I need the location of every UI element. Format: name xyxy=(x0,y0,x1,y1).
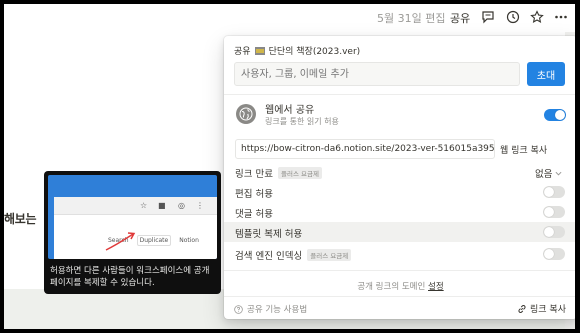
invite-button[interactable]: 초대 xyxy=(527,62,565,86)
invite-input[interactable] xyxy=(234,62,520,86)
help-icon xyxy=(234,304,243,314)
tooltip-text: 허용하면 다른 사람들이 워크스페이스에 공개 페이지를 복제할 수 있습니다. xyxy=(50,266,210,288)
link-expiry-label: 링크 만료 xyxy=(235,169,273,180)
globe-icon xyxy=(236,104,256,124)
preview-duplicate-label: Duplicate xyxy=(136,235,172,246)
star-icon: ☆ xyxy=(140,201,148,210)
web-share-title: 웹에서 공유 xyxy=(265,105,315,116)
link-expiry-row[interactable]: 링크 만료 플러스 요금제 없음 xyxy=(224,162,575,182)
plus-plan-badge: 플러스 요금제 xyxy=(307,249,352,261)
toggle-knob xyxy=(544,249,554,259)
tooltip-preview-image: ☆ ■ ◎ ⋮ Search Duplicate Notion xyxy=(48,175,217,259)
share-header-label: 공유 xyxy=(234,47,251,57)
extension-icon: ■ xyxy=(158,201,166,210)
template-duplicate-row[interactable]: 템플릿 복제 허용 xyxy=(224,222,575,242)
link-icon xyxy=(518,304,526,313)
edit-allow-label: 편집 허용 xyxy=(235,189,273,200)
history-icon[interactable] xyxy=(505,9,521,25)
search-index-row[interactable]: 검색 엔진 인덱싱 플러스 요금제 xyxy=(224,244,575,264)
template-duplicate-tooltip: ☆ ■ ◎ ⋮ Search Duplicate Notion 허용하면 다른 … xyxy=(44,171,221,294)
link-expiry-label-group: 링크 만료 플러스 요금제 xyxy=(235,166,322,180)
domain-text: 공개 링크의 도메인 xyxy=(357,282,426,292)
share-button[interactable]: 공유 xyxy=(450,10,470,26)
edit-allow-row[interactable]: 편집 허용 xyxy=(224,182,575,202)
plus-plan-badge: 플러스 요금제 xyxy=(277,167,322,179)
search-index-toggle[interactable] xyxy=(543,248,565,260)
more-options-icon[interactable] xyxy=(553,9,569,25)
template-duplicate-label: 템플릿 복제 허용 xyxy=(235,229,303,240)
web-share-subtitle: 링크를 통한 읽기 허용 xyxy=(265,117,339,126)
domain-settings-link[interactable]: 설정 xyxy=(428,282,444,292)
learn-sharing-label: 공유 기능 사용법 xyxy=(247,305,308,315)
link-expiry-value: 없음 xyxy=(535,169,553,180)
toggle-knob xyxy=(555,110,565,120)
divider xyxy=(224,94,575,95)
comment-allow-row[interactable]: 댓글 허용 xyxy=(224,202,575,222)
divider xyxy=(224,270,575,271)
comment-allow-toggle[interactable] xyxy=(543,206,565,218)
shield-icon: ◎ xyxy=(178,201,185,210)
chevron-down-icon xyxy=(555,171,562,176)
comment-allow-label: 댓글 허용 xyxy=(235,209,273,220)
toggle-knob xyxy=(544,207,554,217)
toggle-knob xyxy=(544,187,554,197)
edit-allow-toggle[interactable] xyxy=(543,186,565,198)
more-icon: ⋮ xyxy=(196,201,204,210)
domain-setting-line: 공개 링크의 도메인 설정 xyxy=(224,280,575,292)
learn-sharing-link[interactable]: 공유 기능 사용법 xyxy=(234,303,307,315)
page-title: 단단의 책장(2023.ver) xyxy=(268,47,361,57)
link-expiry-select[interactable]: 없음 xyxy=(535,166,562,180)
template-duplicate-toggle[interactable] xyxy=(543,226,565,238)
web-share-toggle[interactable] xyxy=(544,109,566,121)
search-index-label: 검색 엔진 인덱싱 xyxy=(235,251,303,262)
last-edited-label: 5월 31일 편집 xyxy=(377,12,446,25)
page-partial-text: 해보는 xyxy=(4,212,37,226)
preview-notion-label: Notion xyxy=(179,237,199,244)
app-window: 해보는 5월 31일 편집 공유 공유 단단의 책장(2023.ver) 초대 xyxy=(4,4,575,329)
page-emoji-icon xyxy=(254,46,265,55)
public-url-field[interactable]: https://bow-citron-da6.notion.site/2023-… xyxy=(235,139,495,159)
share-popover: 공유 단단의 책장(2023.ver) 초대 웹에서 공유 링크를 통한 읽기 … xyxy=(224,36,575,319)
copy-link-label: 링크 복사 xyxy=(530,305,566,315)
toggle-knob xyxy=(544,227,554,237)
red-arrow-icon xyxy=(105,232,136,251)
comment-icon[interactable] xyxy=(480,9,496,25)
topbar: 5월 31일 편집 공유 xyxy=(4,4,575,32)
copy-link-button[interactable]: 링크 복사 xyxy=(517,302,566,315)
share-footer: 공유 기능 사용법 링크 복사 xyxy=(224,296,575,319)
preview-toolbar: ☆ ■ ◎ ⋮ xyxy=(54,197,217,215)
copy-web-link-button[interactable]: 웹 링크 복사 xyxy=(500,139,566,159)
share-header: 공유 단단의 책장(2023.ver) xyxy=(234,44,360,57)
favorite-star-icon[interactable] xyxy=(529,9,545,25)
